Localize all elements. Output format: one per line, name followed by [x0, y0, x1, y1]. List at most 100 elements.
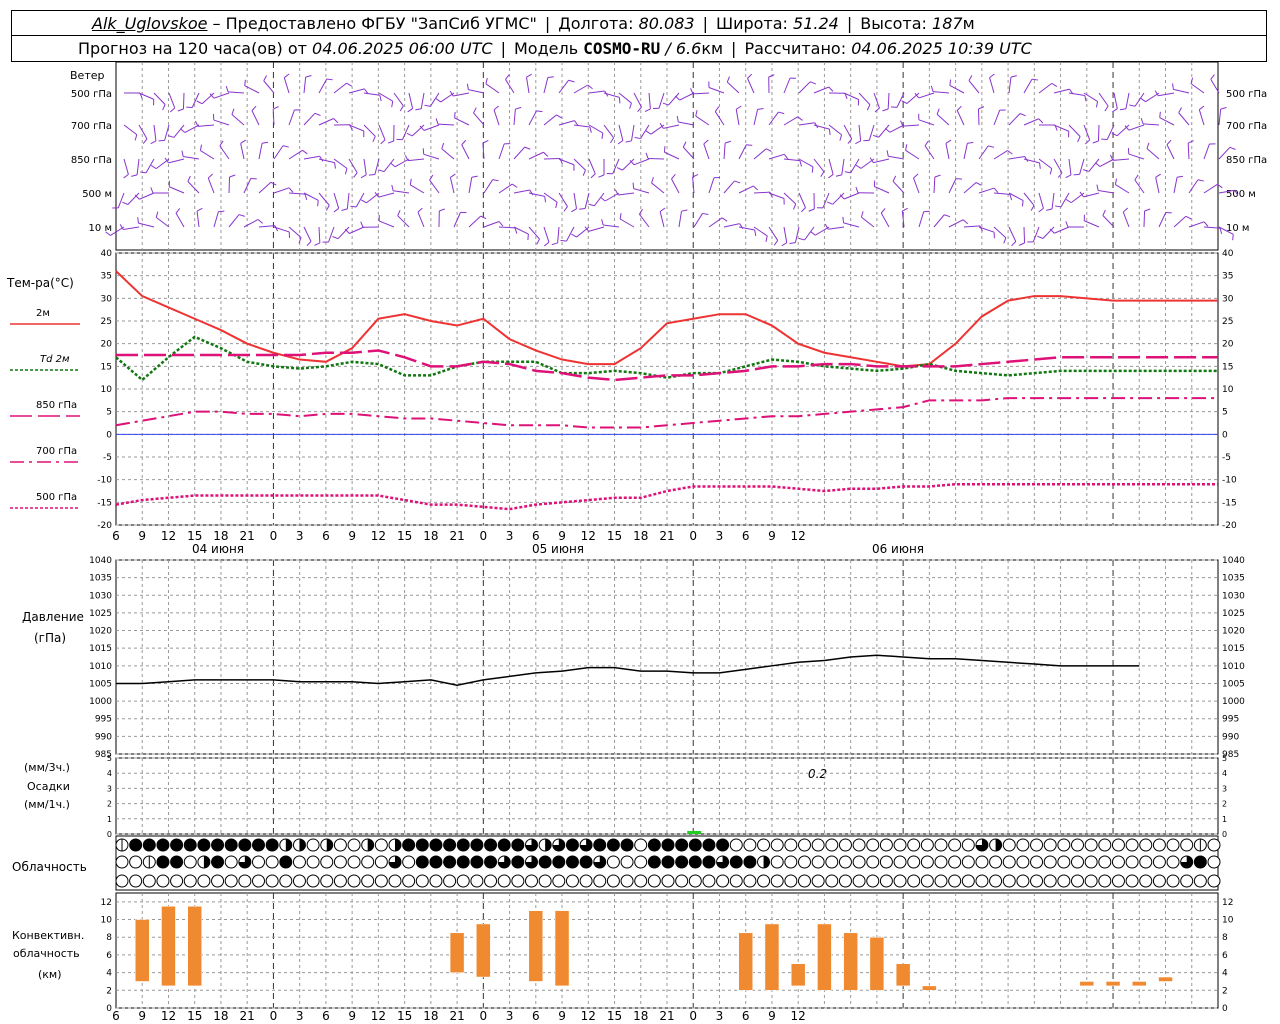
pressure-tick-right: 1035 [1222, 574, 1245, 584]
conv-bar [843, 932, 858, 991]
wind-barb [288, 109, 295, 126]
cloud-octa-circle [279, 874, 293, 888]
wind-barb [603, 224, 620, 228]
wind-barb-flag [978, 106, 985, 110]
x-hour-label-bottom: 6 [742, 1009, 750, 1023]
conv-bar [764, 923, 780, 991]
wind-barb-flag [1077, 136, 1081, 143]
conv-label-3: (км) [38, 968, 62, 981]
wind-barb-flag [350, 205, 357, 208]
pressure-tick-left: 1035 [89, 574, 112, 584]
cloud-octa-fill [457, 839, 470, 851]
wind-barb-flag [1166, 139, 1172, 145]
wind-barb [1023, 158, 1040, 164]
wind-barb [622, 158, 635, 171]
wind-barb [1158, 212, 1167, 228]
wind-barb [813, 86, 830, 94]
wind-barb [918, 119, 935, 126]
wind-barb [417, 211, 425, 228]
wind-barb-flag [901, 100, 908, 104]
wind-barb-flag [196, 100, 203, 105]
cloud-octa-fill [443, 839, 456, 851]
temp-legend-label: 700 гПа [36, 446, 77, 457]
wind-barb [813, 124, 830, 130]
wind-barb-flag [835, 174, 842, 177]
wind-barb [303, 155, 320, 160]
x-hour-label-bottom: 21 [240, 1009, 255, 1023]
pressure-tick-left: 1030 [89, 591, 112, 601]
wind-barb [1218, 109, 1222, 126]
cloud-octa-circle [811, 874, 825, 888]
wind-barb [573, 192, 577, 209]
wind-barb-flag [936, 108, 940, 115]
x-hour-label-top: 15 [397, 529, 412, 543]
wind-barb [989, 77, 995, 94]
wind-barb-flag [1095, 101, 1099, 108]
x-hour-label-bottom: 0 [689, 1009, 697, 1023]
wind-barb-flag [1140, 97, 1146, 103]
wind-barb [461, 144, 470, 160]
cloud-octa-circle [265, 874, 279, 888]
cloud-octa-circle [511, 874, 525, 888]
wind-barb [1023, 226, 1026, 244]
wind-barb-flag [1144, 208, 1151, 212]
x-hour-label-top: 0 [689, 529, 697, 543]
conv-tick-right: 0 [1222, 1004, 1228, 1014]
cloud-octa-circle [1166, 855, 1180, 869]
cloud-octa-circle [798, 838, 811, 852]
cloud-octa-circle [1030, 855, 1044, 869]
wind-barb [411, 124, 425, 137]
wind-barb [397, 215, 410, 228]
wind-barb [735, 109, 740, 126]
wind-barb-flag [333, 207, 339, 213]
wind-barb [603, 92, 620, 98]
wind-barb [604, 192, 620, 202]
wind-barb-flag [618, 97, 621, 104]
x-hour-label-top: 15 [607, 529, 622, 543]
wind-barb [1203, 143, 1210, 160]
wind-barb [1023, 192, 1035, 206]
cloud-octa-circle [1180, 838, 1194, 852]
precip-tick-right: 1 [1222, 815, 1227, 824]
wind-barb-flag [601, 219, 604, 226]
precip-label: Осадки [27, 780, 70, 793]
wind-barb-flag [150, 187, 154, 194]
wind-barb-flag [778, 111, 785, 115]
wind-barb-flag [466, 83, 469, 90]
cloud-octa-circle [374, 838, 388, 852]
wind-barb-flag [662, 102, 669, 106]
x-hour-label-top: 3 [716, 529, 724, 543]
wind-level-labels: 500 гПа 500 гПа 700 гПа 700 гПа 850 гПа 850 г… [71, 89, 1267, 234]
wind-barb-flag [1030, 205, 1035, 211]
temp-tick-left: 30 [101, 294, 113, 304]
wind-barb-flag [231, 108, 235, 115]
wind-barb-flag [860, 211, 864, 218]
wind-barb-flag [1159, 111, 1161, 118]
wind-barb-flag [1220, 107, 1227, 110]
wind-barb-flag [610, 137, 615, 144]
wind-barb-flag [387, 140, 394, 144]
wind-barb-flag [783, 154, 789, 160]
cloud-octa-fill [648, 856, 661, 868]
conv-tick-right: 12 [1222, 898, 1233, 908]
cloud-octa-fill [156, 839, 169, 851]
cloud-octa-circle [402, 855, 416, 869]
pressure-tick-right: 990 [1222, 732, 1239, 742]
wind-barb [184, 124, 200, 133]
x-hour-label-bottom: 15 [607, 1009, 622, 1023]
wind-barb-flag [379, 95, 382, 102]
cloud-octa-circle [579, 874, 593, 888]
wind-barb-flag [368, 173, 375, 176]
wind-barb-flag [714, 106, 720, 112]
cloud-octa-circle [252, 855, 265, 869]
wind-barb [1158, 92, 1175, 97]
cloud-octa-circle [1111, 838, 1125, 852]
wind-barb-flag [461, 139, 467, 146]
cloud-octa-circle [361, 874, 375, 888]
temp-tick-left: 5 [106, 408, 112, 418]
wind-barb-flag [1155, 173, 1161, 178]
wind-barb [956, 110, 965, 126]
wind-barb [889, 124, 905, 133]
conv-bar [554, 910, 570, 987]
pressure-tick-left: 995 [95, 715, 112, 725]
